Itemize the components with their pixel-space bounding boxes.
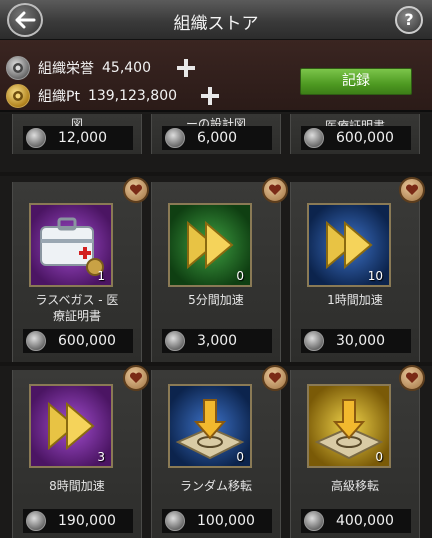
item-thumbnail: 0 bbox=[168, 203, 252, 287]
favorite-heart-icon[interactable] bbox=[123, 177, 149, 203]
favorite-heart-icon[interactable] bbox=[399, 177, 425, 203]
points-value: 139,123,800 bbox=[87, 88, 178, 104]
item-price[interactable]: 600,000 bbox=[301, 126, 411, 150]
item-quantity: 0 bbox=[236, 269, 244, 283]
help-button[interactable]: ? bbox=[395, 6, 423, 34]
row-divider bbox=[0, 362, 432, 366]
record-button[interactable]: 記録 bbox=[300, 68, 412, 95]
honor-coin-icon bbox=[26, 511, 46, 531]
points-balance: 組織Pt 139,123,800 bbox=[6, 83, 177, 109]
honor-coin-icon bbox=[304, 128, 324, 148]
store-item-card[interactable]: 0 5分間加速 3,000 bbox=[151, 177, 288, 362]
item-price[interactable]: 30,000 bbox=[301, 329, 411, 353]
honor-coin-icon bbox=[26, 331, 46, 351]
item-quantity: 1 bbox=[97, 269, 105, 283]
item-thumbnail: 10 bbox=[307, 203, 391, 287]
store-item-card[interactable]: コントラクター ーの設計図 6,000 bbox=[151, 114, 281, 154]
points-label: 組織Pt bbox=[38, 89, 80, 105]
favorite-heart-icon[interactable] bbox=[123, 365, 149, 391]
store-item-card[interactable]: 0 ランダム移転 100,000 bbox=[151, 365, 288, 538]
honor-coin-icon bbox=[304, 511, 324, 531]
favorite-heart-icon[interactable] bbox=[262, 365, 288, 391]
item-name: 8時間加速 bbox=[49, 479, 105, 493]
honor-coin-icon bbox=[165, 128, 185, 148]
item-name: ラスベガス - 医 療証明書 bbox=[35, 293, 119, 323]
item-price[interactable]: 600,000 bbox=[23, 329, 133, 353]
item-thumbnail: 3 bbox=[29, 384, 113, 468]
item-thumbnail: 0 bbox=[307, 384, 391, 468]
add-points-button[interactable] bbox=[201, 87, 219, 105]
item-quantity: 10 bbox=[367, 269, 383, 283]
points-coin-icon bbox=[6, 84, 30, 108]
header-bar: 組織ストア ? bbox=[0, 0, 432, 40]
store-grid[interactable]: レジェンド設計 図 12,000 コントラクター ーの設計図 6,000 医療証… bbox=[0, 114, 432, 538]
item-price[interactable]: 400,000 bbox=[301, 509, 411, 533]
favorite-heart-icon[interactable] bbox=[399, 365, 425, 391]
store-item-card[interactable]: 10 1時間加速 30,000 bbox=[290, 177, 425, 362]
item-price[interactable]: 190,000 bbox=[23, 509, 133, 533]
store-item-card[interactable]: レジェンド設計 図 12,000 bbox=[12, 114, 142, 154]
store-item-card[interactable]: 0 高級移転 400,000 bbox=[290, 365, 425, 538]
honor-coin-icon bbox=[26, 128, 46, 148]
honor-coin-icon bbox=[6, 56, 30, 80]
honor-coin-icon bbox=[304, 331, 324, 351]
item-price[interactable]: 100,000 bbox=[162, 509, 272, 533]
item-name: 高級移転 bbox=[330, 479, 379, 493]
item-name: 5分間加速 bbox=[188, 293, 244, 307]
honor-coin-icon bbox=[165, 511, 185, 531]
row-divider bbox=[0, 172, 432, 176]
item-quantity: 3 bbox=[97, 450, 105, 464]
item-quantity: 0 bbox=[236, 450, 244, 464]
item-name: 1時間加速 bbox=[327, 293, 383, 307]
store-item-card[interactable]: 医療証明書 600,000 bbox=[290, 114, 420, 154]
favorite-heart-icon[interactable] bbox=[262, 177, 288, 203]
add-honor-button[interactable] bbox=[177, 59, 195, 77]
page-title: 組織ストア bbox=[173, 14, 259, 34]
honor-balance: 組織栄誉 45,400 bbox=[6, 55, 151, 81]
store-item-card[interactable]: 1 ラスベガス - 医 療証明書 600,000 bbox=[12, 177, 149, 362]
currency-bar: 組織栄誉 45,400 組織Pt 139,123,800 記録 bbox=[0, 40, 432, 112]
honor-coin-icon bbox=[165, 331, 185, 351]
item-price[interactable]: 12,000 bbox=[23, 126, 133, 150]
honor-label: 組織栄誉 bbox=[38, 61, 94, 77]
item-price[interactable]: 3,000 bbox=[162, 329, 272, 353]
item-thumbnail: 0 bbox=[168, 384, 252, 468]
store-item-card[interactable]: 3 8時間加速 190,000 bbox=[12, 365, 149, 538]
item-quantity: 0 bbox=[375, 450, 383, 464]
item-price[interactable]: 6,000 bbox=[162, 126, 272, 150]
item-thumbnail: 1 bbox=[29, 203, 113, 287]
honor-value: 45,400 bbox=[102, 60, 151, 76]
item-name: ランダム移転 bbox=[179, 479, 252, 493]
